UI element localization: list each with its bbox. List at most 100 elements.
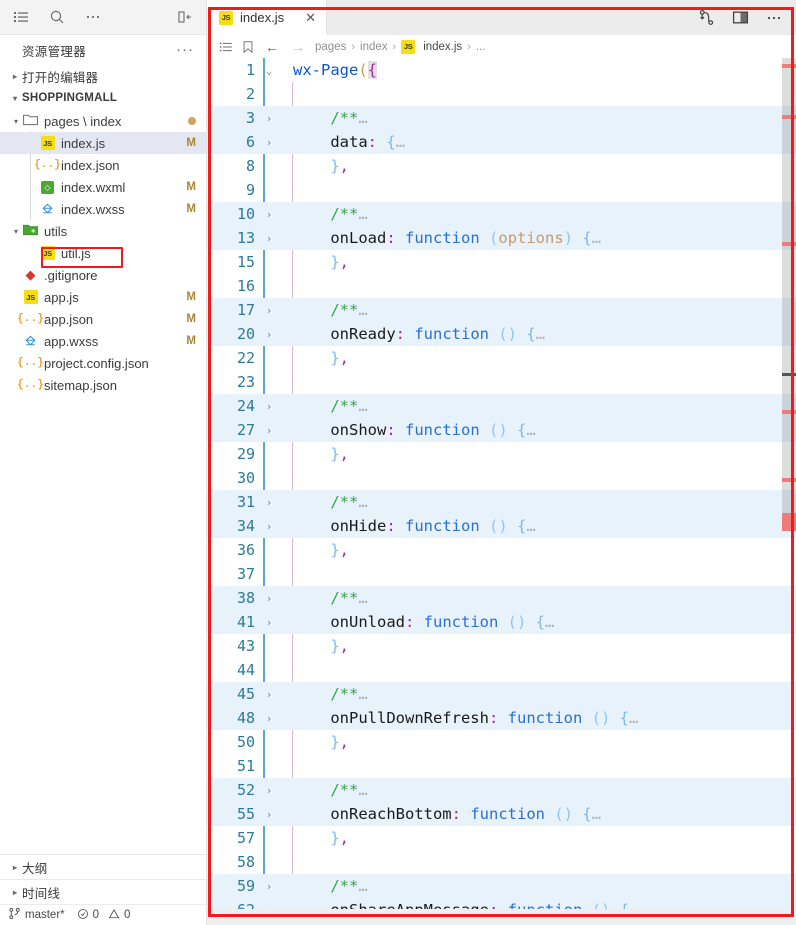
code-line[interactable]: 15 }, xyxy=(207,250,796,274)
tree-item-project-config-json[interactable]: {..} project.config.json xyxy=(0,352,206,374)
code-line[interactable]: 41 › onUnload: function () {… xyxy=(207,610,796,634)
split-diff-icon[interactable] xyxy=(698,9,715,26)
breadcrumb-item[interactable]: ... xyxy=(476,41,486,53)
tree-item-label: index.wxss xyxy=(61,201,125,217)
tree-item-index-wxss[interactable]: ⎒ index.wxss M xyxy=(0,198,206,220)
code-line[interactable]: 30 xyxy=(207,466,796,490)
ellipsis-icon[interactable] xyxy=(84,8,102,26)
code-line[interactable]: 37 xyxy=(207,562,796,586)
tree-item-app-json[interactable]: {..} app.json M xyxy=(0,308,206,330)
split-editor-icon[interactable] xyxy=(732,9,749,26)
fold-arrow-icon[interactable]: › xyxy=(261,880,277,893)
explorer-more-icon[interactable]: ··· xyxy=(176,42,194,57)
tree-item-app-js[interactable]: JS app.js M xyxy=(0,286,206,308)
code-line[interactable]: 55 › onReachBottom: function () {… xyxy=(207,802,796,826)
tree-item-index-wxml[interactable]: ◇ index.wxml M xyxy=(0,176,206,198)
code-line[interactable]: 45 › /**… xyxy=(207,682,796,706)
code-line[interactable]: 23 xyxy=(207,370,796,394)
tree-item-index-json[interactable]: {..} index.json xyxy=(0,154,206,176)
code-line[interactable]: 24 › /**… xyxy=(207,394,796,418)
code-line[interactable]: 36 }, xyxy=(207,538,796,562)
tree-item-app-wxss[interactable]: ⎒ app.wxss M xyxy=(0,330,206,352)
code-line[interactable]: 52 › /**… xyxy=(207,778,796,802)
code-line[interactable]: 43 }, xyxy=(207,634,796,658)
fold-arrow-icon[interactable]: › xyxy=(261,208,277,221)
code-line[interactable]: 10 › /**… xyxy=(207,202,796,226)
search-icon[interactable] xyxy=(48,8,66,26)
outline-list-icon[interactable] xyxy=(215,40,237,54)
fold-arrow-icon[interactable]: › xyxy=(261,328,277,341)
fold-arrow-icon[interactable]: › xyxy=(261,592,277,605)
code-line[interactable]: 27 › onShow: function () {… xyxy=(207,418,796,442)
fold-arrow-icon[interactable]: › xyxy=(261,520,277,533)
warning-count: 0 xyxy=(124,909,131,921)
outline-section[interactable]: ▸ 大纲 xyxy=(0,854,206,879)
open-editors-section[interactable]: ▸ 打开的编辑器 xyxy=(0,65,206,87)
code-line[interactable]: 16 xyxy=(207,274,796,298)
tree-item-util-js[interactable]: JS util.js xyxy=(0,242,206,264)
branch-status[interactable]: master* xyxy=(8,907,65,923)
problems-status[interactable]: 0 0 xyxy=(77,908,131,923)
collapse-panel-icon[interactable] xyxy=(176,8,194,26)
code-line[interactable]: 44 xyxy=(207,658,796,682)
code-line[interactable]: 13 › onLoad: function (options) {… xyxy=(207,226,796,250)
code-line[interactable]: 20 › onReady: function () {… xyxy=(207,322,796,346)
tree-item-utils[interactable]: ▾ utils xyxy=(0,220,206,242)
fold-arrow-icon[interactable]: › xyxy=(261,136,277,149)
fold-arrow-icon[interactable]: › xyxy=(261,808,277,821)
code-line[interactable]: 8 }, xyxy=(207,154,796,178)
code-line[interactable]: 1 ⌄ wx-Page({ xyxy=(207,58,796,82)
code-line[interactable]: 58 xyxy=(207,850,796,874)
code-line[interactable]: 31 › /**… xyxy=(207,490,796,514)
fold-arrow-icon[interactable]: › xyxy=(261,304,277,317)
code-line[interactable]: 29 }, xyxy=(207,442,796,466)
fold-arrow-icon[interactable]: › xyxy=(261,688,277,701)
tab-index-js[interactable]: JS index.js ✕ xyxy=(207,0,327,35)
fold-arrow-icon[interactable]: › xyxy=(261,400,277,413)
breadcrumb-forward-arrow[interactable]: → xyxy=(285,39,311,55)
code-line[interactable]: 50 }, xyxy=(207,730,796,754)
tree-item--gitignore[interactable]: ◆ .gitignore xyxy=(0,264,206,286)
fold-arrow-icon[interactable]: › xyxy=(261,712,277,725)
code-line[interactable]: 6 › data: {… xyxy=(207,130,796,154)
fold-arrow-icon[interactable]: › xyxy=(261,616,277,629)
fold-arrow-icon[interactable]: › xyxy=(261,232,277,245)
tree-item-sitemap-json[interactable]: {..} sitemap.json xyxy=(0,374,206,396)
code-line[interactable]: 59 › /**… xyxy=(207,874,796,898)
fold-arrow-icon[interactable]: › xyxy=(261,496,277,509)
ellipsis-icon[interactable] xyxy=(766,10,782,26)
overview-mark xyxy=(782,513,796,531)
code-line[interactable]: 57 }, xyxy=(207,826,796,850)
tree-item-pages-index[interactable]: ▾ pages \ index xyxy=(0,110,206,132)
fold-arrow-icon[interactable]: › xyxy=(261,112,277,125)
breadcrumb-item[interactable]: pages xyxy=(315,41,346,53)
code-line[interactable]: 3 › /**… xyxy=(207,106,796,130)
tree-item-label: .gitignore xyxy=(44,267,98,283)
breadcrumb-item[interactable]: index.js xyxy=(423,41,462,53)
code-line[interactable]: 38 › /**… xyxy=(207,586,796,610)
scrollbar-thumb[interactable] xyxy=(782,58,796,528)
project-section[interactable]: ▾ SHOPPINGMALL xyxy=(0,87,206,109)
code-line[interactable]: 51 xyxy=(207,754,796,778)
breadcrumb-item[interactable]: index xyxy=(360,41,388,53)
timeline-section[interactable]: ▸ 时间线 xyxy=(0,879,206,904)
code-line[interactable]: 17 › /**… xyxy=(207,298,796,322)
code-line[interactable]: 2 xyxy=(207,82,796,106)
fold-arrow-icon[interactable]: › xyxy=(261,784,277,797)
code-line[interactable]: 9 xyxy=(207,178,796,202)
overview-mark xyxy=(782,242,796,246)
code-line[interactable]: 22 }, xyxy=(207,346,796,370)
close-icon[interactable]: ✕ xyxy=(305,11,316,24)
code-line[interactable]: 34 › onHide: function () {… xyxy=(207,514,796,538)
breadcrumb-back-arrow[interactable]: ← xyxy=(259,39,285,55)
code-line[interactable]: 48 › onPullDownRefresh: function () {… xyxy=(207,706,796,730)
fold-arrow-icon[interactable]: › xyxy=(261,424,277,437)
code-editor[interactable]: 1 ⌄ wx-Page({2 3 › /**… 6 › data: {… 8 }, 9 10 › /… xyxy=(207,58,796,925)
tree-item-label: project.config.json xyxy=(44,355,149,371)
bookmark-icon[interactable] xyxy=(237,40,259,54)
editor-area: JS index.js ✕ ← → pages › index › JS ind… xyxy=(207,0,796,925)
tree-item-index-js[interactable]: JS index.js M xyxy=(0,132,206,154)
list-icon[interactable] xyxy=(12,8,30,26)
editor-scrollbar[interactable] xyxy=(782,58,796,925)
fold-arrow-icon[interactable]: ⌄ xyxy=(261,64,277,77)
